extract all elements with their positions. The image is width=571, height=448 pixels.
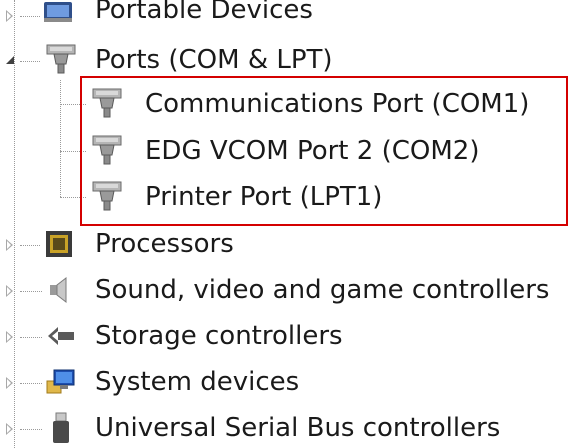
expand-arrow-icon[interactable] <box>6 239 13 251</box>
tree-item-system-devices[interactable]: System devices <box>0 360 571 406</box>
branch-line <box>20 16 40 17</box>
storage-controller-icon <box>48 327 74 345</box>
tree-item-portable-devices[interactable]: Portable Devices <box>0 0 571 28</box>
port-connector-icon <box>46 44 76 74</box>
usb-plug-icon <box>53 412 69 443</box>
branch-line <box>20 61 40 62</box>
collapse-arrow-icon[interactable] <box>6 56 14 64</box>
expand-arrow-icon[interactable] <box>6 377 13 389</box>
tree-item-usb-controllers[interactable]: Universal Serial Bus controllers <box>0 406 571 448</box>
tree-item-label: Universal Serial Bus controllers <box>95 413 501 443</box>
processor-chip-icon <box>46 231 72 257</box>
portable-device-icon <box>44 2 72 22</box>
tree-item-sound[interactable]: Sound, video and game controllers <box>0 268 571 314</box>
tree-item-label: System devices <box>95 367 300 397</box>
branch-line <box>20 383 42 384</box>
branch-line <box>20 337 42 338</box>
tree-item-label: Storage controllers <box>95 321 343 351</box>
branch-line <box>20 291 42 292</box>
tree-item-processors[interactable]: Processors <box>0 222 571 268</box>
tree-item-label: Processors <box>95 229 234 259</box>
speaker-icon <box>50 276 67 304</box>
expand-arrow-icon[interactable] <box>6 10 13 22</box>
tree-item-label: Sound, video and game controllers <box>95 275 550 305</box>
expand-arrow-icon[interactable] <box>6 423 13 435</box>
monitor-folder-icon <box>46 369 75 394</box>
expand-arrow-icon[interactable] <box>6 285 13 297</box>
expand-arrow-icon[interactable] <box>6 331 13 343</box>
tree-item-label: Ports (COM & LPT) <box>95 45 333 75</box>
branch-line <box>20 429 42 430</box>
tree-item-label: Portable Devices <box>95 0 313 25</box>
branch-line <box>20 245 40 246</box>
highlight-rectangle <box>80 76 568 226</box>
tree-item-storage-controllers[interactable]: Storage controllers <box>0 314 571 360</box>
device-manager-tree: Portable Devices Ports (COM & LPT) Commu… <box>0 0 571 448</box>
